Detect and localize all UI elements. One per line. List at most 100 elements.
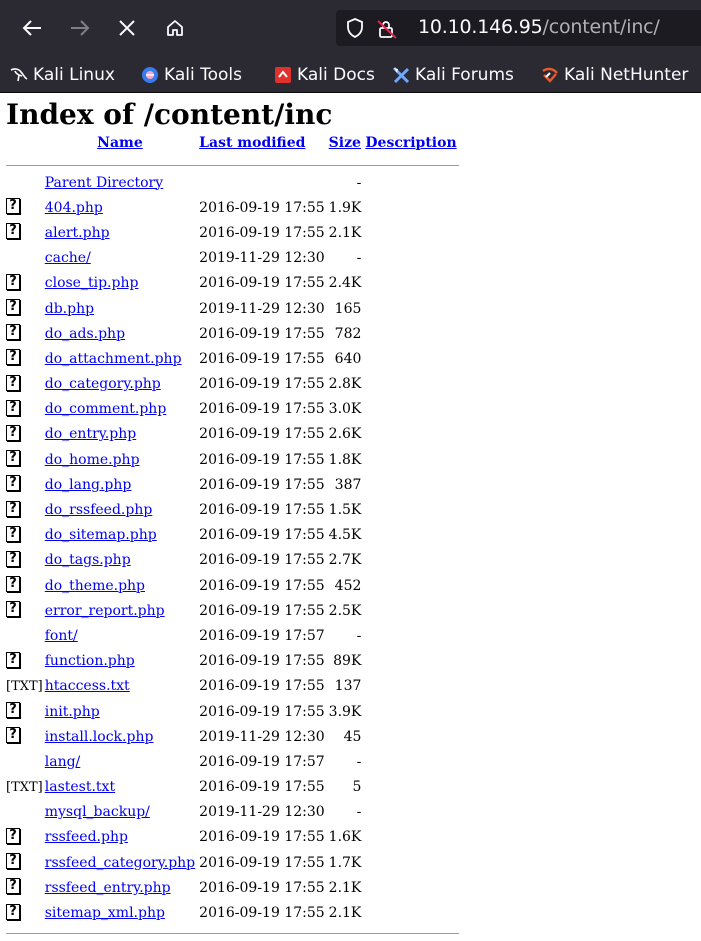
kali-nethunter-icon [541,66,559,84]
file-link[interactable]: do_entry.php [45,426,136,442]
file-link[interactable]: do_lang.php [45,477,132,493]
divider [6,933,459,935]
sort-by-last-modified-link[interactable]: Last modified [199,135,305,151]
file-name-cell: mysql_backup/ [43,800,197,825]
unknown-file-icon: ? [6,198,20,215]
bookmark-label: Kali Linux [33,65,115,85]
bookmark-kali-docs[interactable]: Kali Docs [274,64,375,86]
file-link[interactable]: font/ [45,628,78,644]
file-link[interactable]: install.lock.php [45,729,154,745]
url-text[interactable]: 10.10.146.95/content/inc/ [418,16,660,38]
stop-loading-icon[interactable] [113,14,141,42]
description-cell [363,296,458,321]
column-header-description[interactable]: Description [363,126,458,160]
description-cell [363,346,458,371]
file-link[interactable]: sitemap_xml.php [45,905,165,921]
file-link[interactable]: do_rssfeed.php [45,502,153,518]
forward-arrow-icon[interactable] [66,14,94,42]
description-cell [363,497,458,522]
sort-by-name-link[interactable]: Name [97,135,143,151]
last-modified-cell: 2016-09-19 17:57 [199,627,325,644]
unknown-file-icon: ? [6,702,20,719]
unknown-file-icon: ? [6,903,20,920]
back-arrow-icon[interactable] [18,14,46,42]
size-cell: 4.5K [328,527,362,544]
table-row: Parent Directory - [6,170,459,195]
file-link[interactable]: rssfeed_category.php [45,855,195,871]
last-modified-cell: 2016-09-19 17:55 [199,905,325,922]
file-link[interactable]: cache/ [45,250,91,266]
file-link[interactable]: do_home.php [45,452,140,468]
table-row: ? do_theme.php 2016-09-19 17:55 452 [6,573,459,598]
last-modified-cell: 2019-11-29 12:30 [199,300,325,317]
column-header-last-modified[interactable]: Last modified [197,126,327,160]
file-icon-cell: ? [6,271,43,296]
table-row: [TXT] lastest.txt 2016-09-19 17:55 5 [6,775,459,800]
home-icon[interactable] [161,14,189,42]
file-link[interactable]: lastest.txt [45,779,115,795]
file-link[interactable]: do_tags.php [45,552,131,568]
last-modified-cell: 2016-09-19 17:55 [199,350,325,367]
insecure-lock-icon[interactable] [376,18,398,44]
bookmark-kali-nethunter[interactable]: Kali NetHunter [541,64,688,86]
file-link[interactable]: init.php [45,704,100,720]
url-bar[interactable]: 10.10.146.95/content/inc/ [336,10,701,46]
column-header-name[interactable]: Name [43,126,197,160]
file-link[interactable]: do_attachment.php [45,351,182,367]
description-cell [363,699,458,724]
blank-icon [8,133,22,149]
file-link[interactable]: error_report.php [45,603,165,619]
file-link[interactable]: rssfeed.php [45,829,128,845]
file-link[interactable]: mysql_backup/ [45,804,150,820]
file-name-cell: init.php [43,699,197,724]
file-link[interactable]: db.php [45,301,94,317]
bookmark-kali-tools[interactable]: Kali Tools [141,64,242,86]
unknown-file-icon: ? [6,853,20,870]
size-cell: 2.6K [328,426,362,443]
last-modified-cell: 2016-09-19 17:55 [199,527,325,544]
file-icon-cell: ? [6,472,43,497]
file-link[interactable]: Parent Directory [45,175,163,191]
description-cell [363,875,458,900]
file-name-cell: do_lang.php [43,472,197,497]
file-link[interactable]: function.php [45,653,135,669]
tracking-protection-shield-icon[interactable] [346,18,364,42]
unknown-file-icon: ? [6,576,20,593]
column-header-size[interactable]: Size [327,126,364,160]
file-link[interactable]: alert.php [45,225,110,241]
file-link[interactable]: close_tip.php [45,275,139,291]
bookmark-kali-linux[interactable]: Kali Linux [10,64,115,86]
file-link[interactable]: do_theme.php [45,578,145,594]
file-name-cell: do_attachment.php [43,346,197,371]
file-link[interactable]: rssfeed_entry.php [45,880,171,896]
file-icon-cell: [TXT] [6,674,43,699]
last-modified-cell: 2016-09-19 17:57 [199,753,325,770]
last-modified-cell: 2016-09-19 17:55 [199,678,325,695]
size-cell: 3.9K [328,703,362,720]
file-link[interactable]: htaccess.txt [45,678,130,694]
last-modified-cell: 2019-11-29 12:30 [199,804,325,821]
sort-by-size-link[interactable]: Size [329,135,361,151]
file-link[interactable]: do_ads.php [45,326,125,342]
kali-tools-icon [141,66,159,84]
last-modified-cell: 2016-09-19 17:55 [199,879,325,896]
file-link[interactable]: lang/ [45,754,81,770]
description-cell [363,321,458,346]
table-row: ? do_comment.php 2016-09-19 17:55 3.0K [6,397,459,422]
file-link[interactable]: do_category.php [45,376,161,392]
bookmark-kali-forums[interactable]: Kali Forums [392,64,514,86]
description-cell [363,271,458,296]
file-link[interactable]: 404.php [45,200,103,216]
table-row: ? do_ads.php 2016-09-19 17:55 782 [6,321,459,346]
last-modified-cell: 2019-11-29 12:30 [199,250,325,267]
bookmark-label: Kali Forums [415,65,514,85]
sort-by-description-link[interactable]: Description [365,135,456,151]
blank-icon [6,802,20,818]
last-modified-cell: 2016-09-19 17:55 [199,779,325,796]
file-link[interactable]: do_sitemap.php [45,527,157,543]
table-row: ? do_entry.php 2016-09-19 17:55 2.6K [6,422,459,447]
file-name-cell: alert.php [43,220,197,245]
file-link[interactable]: do_comment.php [45,401,167,417]
header-row: Name Last modified Size Description [6,126,459,160]
unknown-file-icon: ? [6,223,20,240]
